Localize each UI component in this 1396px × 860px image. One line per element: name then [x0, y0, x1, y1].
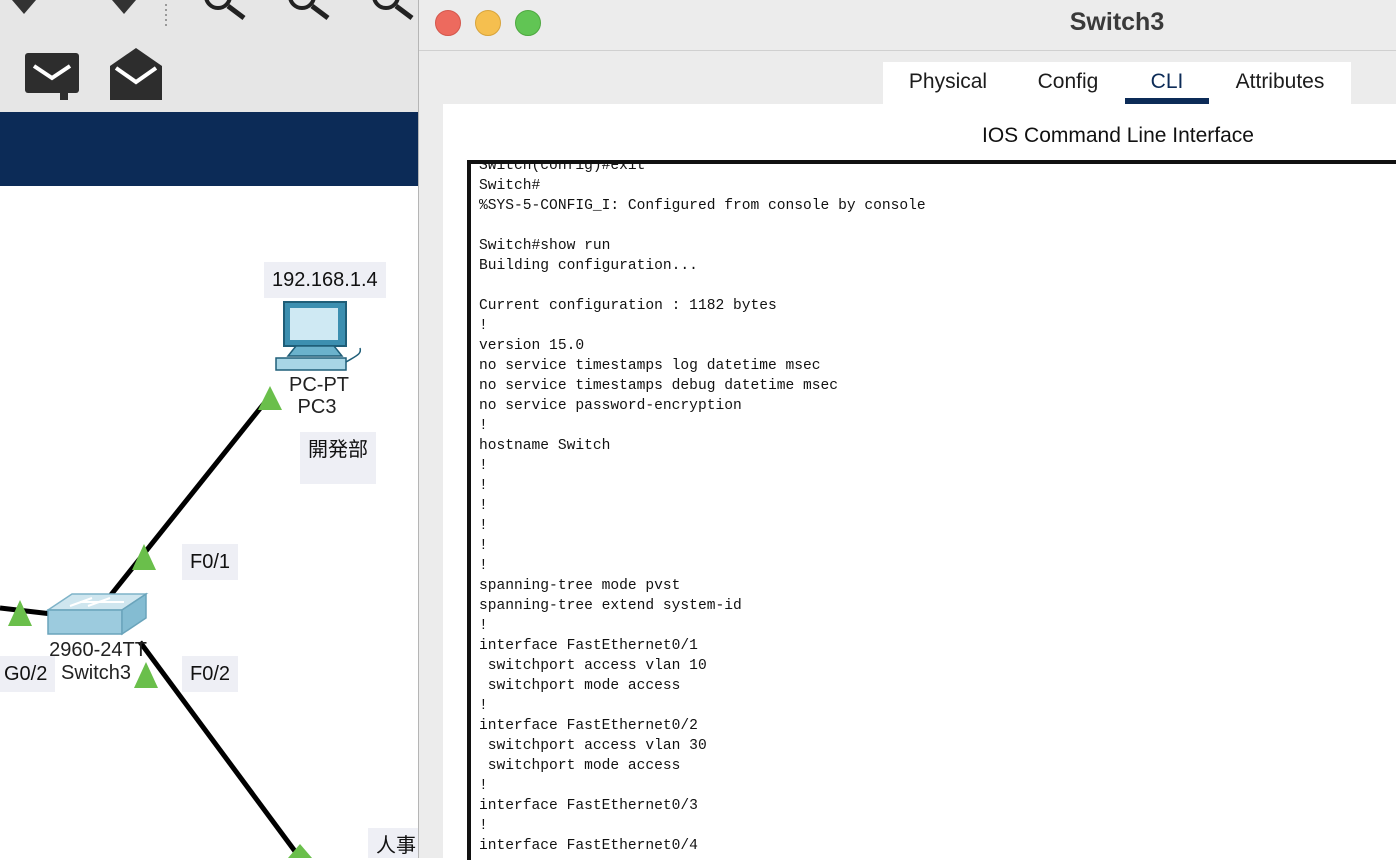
console-line: ! [479, 778, 488, 794]
console-line: %SYS-5-CONFIG_I: Configured from console… [479, 198, 926, 214]
dropdown-arrow-icon[interactable] [12, 0, 36, 14]
magnifier-icon[interactable] [288, 0, 330, 20]
link-up-indicator [132, 544, 156, 570]
tab-attributes[interactable]: Attributes [1227, 68, 1333, 102]
main-toolbar [0, 30, 420, 113]
console-line: interface FastEthernet0/2 [479, 718, 698, 734]
console-line: ! [479, 458, 488, 474]
pc-icon[interactable] [275, 301, 362, 371]
top-toolbar [0, 0, 420, 30]
console-output: Switch(config)#exit Switch# %SYS-5-CONFIG_… [479, 160, 926, 856]
console-line: ! [479, 518, 488, 534]
packet-tracer-main-window: 192.168.1.4 PC-PT PC3 開発部 F0/1 F0/2 G0/2… [0, 0, 420, 858]
console-line: switchport mode access [479, 678, 681, 694]
workspace-banner [0, 112, 420, 186]
port-label-f0-1: F0/1 [182, 544, 239, 580]
cli-panel: IOS Command Line Interface Switch(config… [443, 104, 1396, 860]
toolbar-icons-row [12, 0, 414, 26]
console-line: Switch# [479, 178, 541, 194]
pc3-model-label: PC-PT [289, 374, 349, 396]
switch3-name-label: Switch3 [60, 662, 132, 684]
open-envelope-icon[interactable] [108, 44, 166, 100]
panel-heading: IOS Command Line Interface [982, 124, 1254, 147]
tab-config[interactable]: Config [1029, 68, 1107, 102]
console-line: ! [479, 418, 488, 434]
logical-workspace[interactable]: 192.168.1.4 PC-PT PC3 開発部 F0/1 F0/2 G0/2… [0, 186, 420, 858]
console-line: ! [479, 698, 488, 714]
console-line: no service timestamps log datetime msec [479, 358, 821, 374]
switch3-device-window: Switch3 Physical Config CLI Attributes I… [418, 0, 1396, 860]
console-line: hostname Switch [479, 438, 611, 454]
console-line: interface FastEthernet0/1 [479, 638, 698, 654]
console-line: switchport access vlan 10 [479, 658, 707, 674]
magnifier-icon[interactable] [372, 0, 414, 20]
hr-department-note[interactable]: 人事 [368, 828, 420, 858]
console-line: Current configuration : 1182 bytes [479, 298, 777, 314]
cli-console[interactable]: Switch(config)#exit Switch# %SYS-5-CONFIG_… [467, 160, 1396, 860]
console-line: Switch(config)#exit [479, 160, 646, 174]
console-line: ! [479, 618, 488, 634]
department-note[interactable]: 開発部 [300, 432, 376, 484]
switch3-model-label: 2960-24TT [49, 639, 147, 661]
console-line: version 15.0 [479, 338, 585, 354]
window-title: Switch3 [1069, 8, 1165, 36]
console-line: Building configuration... [479, 258, 698, 274]
switch-icon[interactable] [45, 592, 149, 636]
console-line: interface FastEthernet0/4 [479, 838, 698, 854]
window-titlebar[interactable]: Switch3 [419, 0, 1396, 51]
console-line: spanning-tree mode pvst [479, 578, 681, 594]
console-line: ! [479, 498, 488, 514]
dropdown-arrow-icon[interactable] [112, 0, 136, 14]
console-line: switchport mode access [479, 758, 681, 774]
panel-heading-wrap: IOS Command Line Interface [443, 124, 1396, 148]
link-up-indicator [258, 386, 282, 410]
pc3-name-label: PC3 [297, 396, 337, 418]
console-line: ! [479, 318, 488, 334]
console-line: spanning-tree extend system-id [479, 598, 742, 614]
console-line: no service timestamps debug datetime mse… [479, 378, 839, 394]
console-line: ! [479, 478, 488, 494]
console-line: Switch#show run [479, 238, 611, 254]
note-icon[interactable] [24, 52, 82, 100]
window-title-wrap: Switch3 [419, 8, 1396, 37]
magnifier-icon[interactable] [204, 0, 246, 20]
console-line: no service password-encryption [479, 398, 742, 414]
device-tabbar: Physical Config CLI Attributes [883, 62, 1351, 104]
console-line: interface FastEthernet0/3 [479, 798, 698, 814]
console-line: ! [479, 558, 488, 574]
port-label-f0-2: F0/2 [182, 656, 239, 692]
tab-cli[interactable]: CLI [1125, 68, 1209, 104]
console-line: ! [479, 818, 488, 834]
pc3-ip-label: 192.168.1.4 [264, 262, 386, 298]
tab-physical[interactable]: Physical [897, 68, 999, 102]
port-label-g0-2: G0/2 [0, 656, 56, 692]
console-line: switchport access vlan 30 [479, 738, 707, 754]
console-line: ! [479, 538, 488, 554]
